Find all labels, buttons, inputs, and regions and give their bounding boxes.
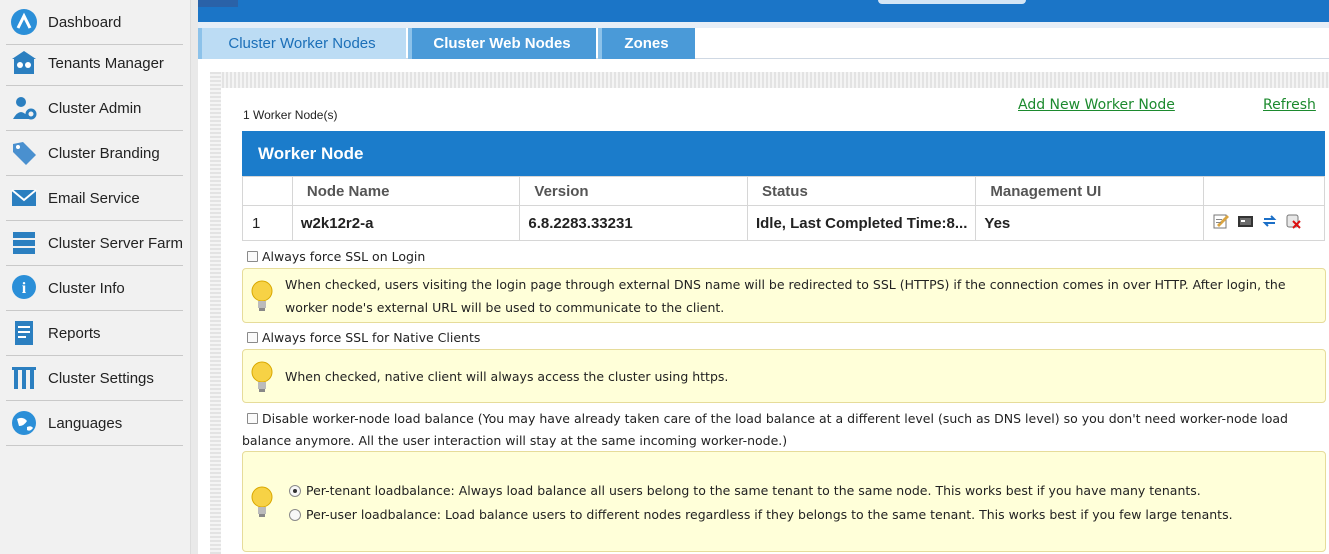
- per-user-loadbalance-option[interactable]: Per-user loadbalance: Load balance users…: [289, 507, 1233, 522]
- console-icon[interactable]: [1236, 213, 1255, 230]
- row-number: 1: [242, 205, 293, 241]
- table-header-row: Node Name Version Status Management UI: [242, 176, 1325, 206]
- tab-bar: Cluster Worker Nodes Cluster Web Nodes Z…: [198, 28, 1329, 59]
- force-ssl-native-tip-text: When checked, native client will always …: [285, 369, 729, 384]
- server-farm-icon: [6, 227, 42, 259]
- frame-border-top: [210, 72, 1329, 88]
- tab-label: Cluster Web Nodes: [433, 35, 571, 52]
- tab-cluster-worker-nodes[interactable]: Cluster Worker Nodes: [198, 28, 406, 59]
- sidebar: Dashboard Tenants Manager Cluster Admin …: [0, 0, 191, 554]
- sidebar-item-cluster-info[interactable]: i Cluster Info: [6, 266, 183, 311]
- top-search-box[interactable]: [878, 0, 1026, 4]
- sidebar-item-languages[interactable]: Languages: [6, 401, 183, 446]
- node-name-cell: w2k12r2-a: [291, 205, 521, 241]
- per-tenant-label: Per-tenant loadbalance: Always load bala…: [306, 483, 1201, 498]
- per-user-radio[interactable]: [289, 508, 301, 521]
- management-ui-cell: Yes: [975, 205, 1204, 241]
- tab-cluster-web-nodes[interactable]: Cluster Web Nodes: [408, 28, 596, 59]
- top-bar: [198, 0, 1329, 22]
- sidebar-item-label: Reports: [48, 324, 101, 342]
- sidebar-item-label: Cluster Settings: [48, 369, 154, 387]
- sidebar-item-label: Languages: [48, 414, 123, 432]
- disable-load-balance-checkbox[interactable]: [247, 413, 258, 424]
- worker-node-count: 1 Worker Node(s): [243, 108, 338, 122]
- dashboard-icon: [6, 6, 42, 38]
- worker-node-table: Node Name Version Status Management UI 1…: [242, 176, 1325, 241]
- info-icon: i: [6, 272, 42, 304]
- disable-load-balance-option[interactable]: Disable worker-node load balance (You ma…: [242, 408, 1329, 452]
- tenants-icon: [6, 47, 42, 79]
- lightbulb-icon: [249, 279, 275, 313]
- globe-icon: [6, 407, 42, 439]
- force-ssl-login-option[interactable]: Always force SSL on Login: [247, 249, 425, 264]
- column-header: [242, 176, 293, 206]
- column-header-node-name[interactable]: Node Name: [291, 176, 521, 206]
- sidebar-item-label: Cluster Admin: [48, 99, 142, 117]
- force-ssl-native-option[interactable]: Always force SSL for Native Clients: [247, 330, 480, 345]
- per-user-label: Per-user loadbalance: Load balance users…: [306, 507, 1233, 522]
- sidebar-item-label: Email Service: [48, 189, 140, 207]
- lightbulb-icon: [249, 485, 275, 519]
- force-ssl-native-checkbox[interactable]: [247, 332, 258, 343]
- version-cell: 6.8.2283.33231: [519, 205, 748, 241]
- app-root: Dashboard Tenants Manager Cluster Admin …: [0, 0, 1329, 554]
- per-tenant-loadbalance-option[interactable]: Per-tenant loadbalance: Always load bala…: [289, 483, 1201, 498]
- sidebar-item-cluster-server-farm[interactable]: Cluster Server Farm: [6, 221, 183, 266]
- sync-icon[interactable]: [1260, 213, 1279, 230]
- column-header-management-ui[interactable]: Management UI: [975, 176, 1204, 206]
- sidebar-item-tenants-manager[interactable]: Tenants Manager: [6, 41, 183, 86]
- sidebar-item-email-service[interactable]: Email Service: [6, 176, 183, 221]
- column-header-version[interactable]: Version: [519, 176, 748, 206]
- refresh-link[interactable]: Refresh: [1263, 97, 1316, 113]
- column-header: [1203, 176, 1325, 206]
- table-title: Worker Node: [242, 131, 1325, 176]
- per-tenant-radio[interactable]: [289, 484, 301, 497]
- sidebar-item-label: Tenants Manager: [48, 54, 164, 72]
- tab-zones[interactable]: Zones: [598, 28, 695, 59]
- force-ssl-login-checkbox[interactable]: [247, 251, 258, 262]
- sidebar-item-cluster-admin[interactable]: Cluster Admin: [6, 86, 183, 131]
- reports-icon: [6, 317, 42, 349]
- actions-cell: [1203, 205, 1325, 241]
- load-balance-mode-panel: [242, 451, 1326, 552]
- sidebar-item-dashboard[interactable]: Dashboard: [6, 0, 183, 45]
- column-header-status[interactable]: Status: [746, 176, 977, 206]
- sidebar-item-cluster-settings[interactable]: Cluster Settings: [6, 356, 183, 401]
- edit-icon[interactable]: [1212, 213, 1231, 230]
- force-ssl-native-tip: When checked, native client will always …: [242, 349, 1326, 403]
- status-cell: Idle, Last Completed Time:8...: [746, 205, 977, 241]
- delete-icon[interactable]: [1284, 213, 1303, 230]
- email-icon: [6, 182, 42, 214]
- force-ssl-login-tip: When checked, users visiting the login p…: [242, 268, 1326, 323]
- sidebar-item-reports[interactable]: Reports: [6, 311, 183, 356]
- sidebar-item-label: Cluster Info: [48, 279, 125, 297]
- settings-tools-icon: [6, 362, 42, 394]
- top-bar-button[interactable]: [198, 0, 238, 7]
- force-ssl-login-tip-text: When checked, users visiting the login p…: [285, 277, 1286, 315]
- cluster-admin-icon: [6, 92, 42, 124]
- tab-label: Zones: [624, 35, 669, 52]
- branding-tag-icon: [6, 137, 42, 169]
- lightbulb-icon: [249, 360, 275, 394]
- force-ssl-login-label: Always force SSL on Login: [262, 249, 426, 264]
- sidebar-item-cluster-branding[interactable]: Cluster Branding: [6, 131, 183, 176]
- frame-border-left: [210, 72, 221, 554]
- sidebar-item-label: Cluster Server Farm: [47, 234, 183, 252]
- tab-label: Cluster Worker Nodes: [228, 35, 376, 52]
- sidebar-item-label: Cluster Branding: [48, 144, 160, 162]
- disable-load-balance-label: Disable worker-node load balance (You ma…: [242, 411, 1288, 448]
- add-new-worker-node-link[interactable]: Add New Worker Node: [1018, 97, 1175, 113]
- table-row: 1 w2k12r2-a 6.8.2283.33231 Idle, Last Co…: [242, 205, 1325, 241]
- force-ssl-native-label: Always force SSL for Native Clients: [262, 330, 481, 345]
- sidebar-splitter: [191, 0, 198, 554]
- sidebar-item-label: Dashboard: [48, 13, 122, 31]
- svg-text:i: i: [22, 280, 27, 297]
